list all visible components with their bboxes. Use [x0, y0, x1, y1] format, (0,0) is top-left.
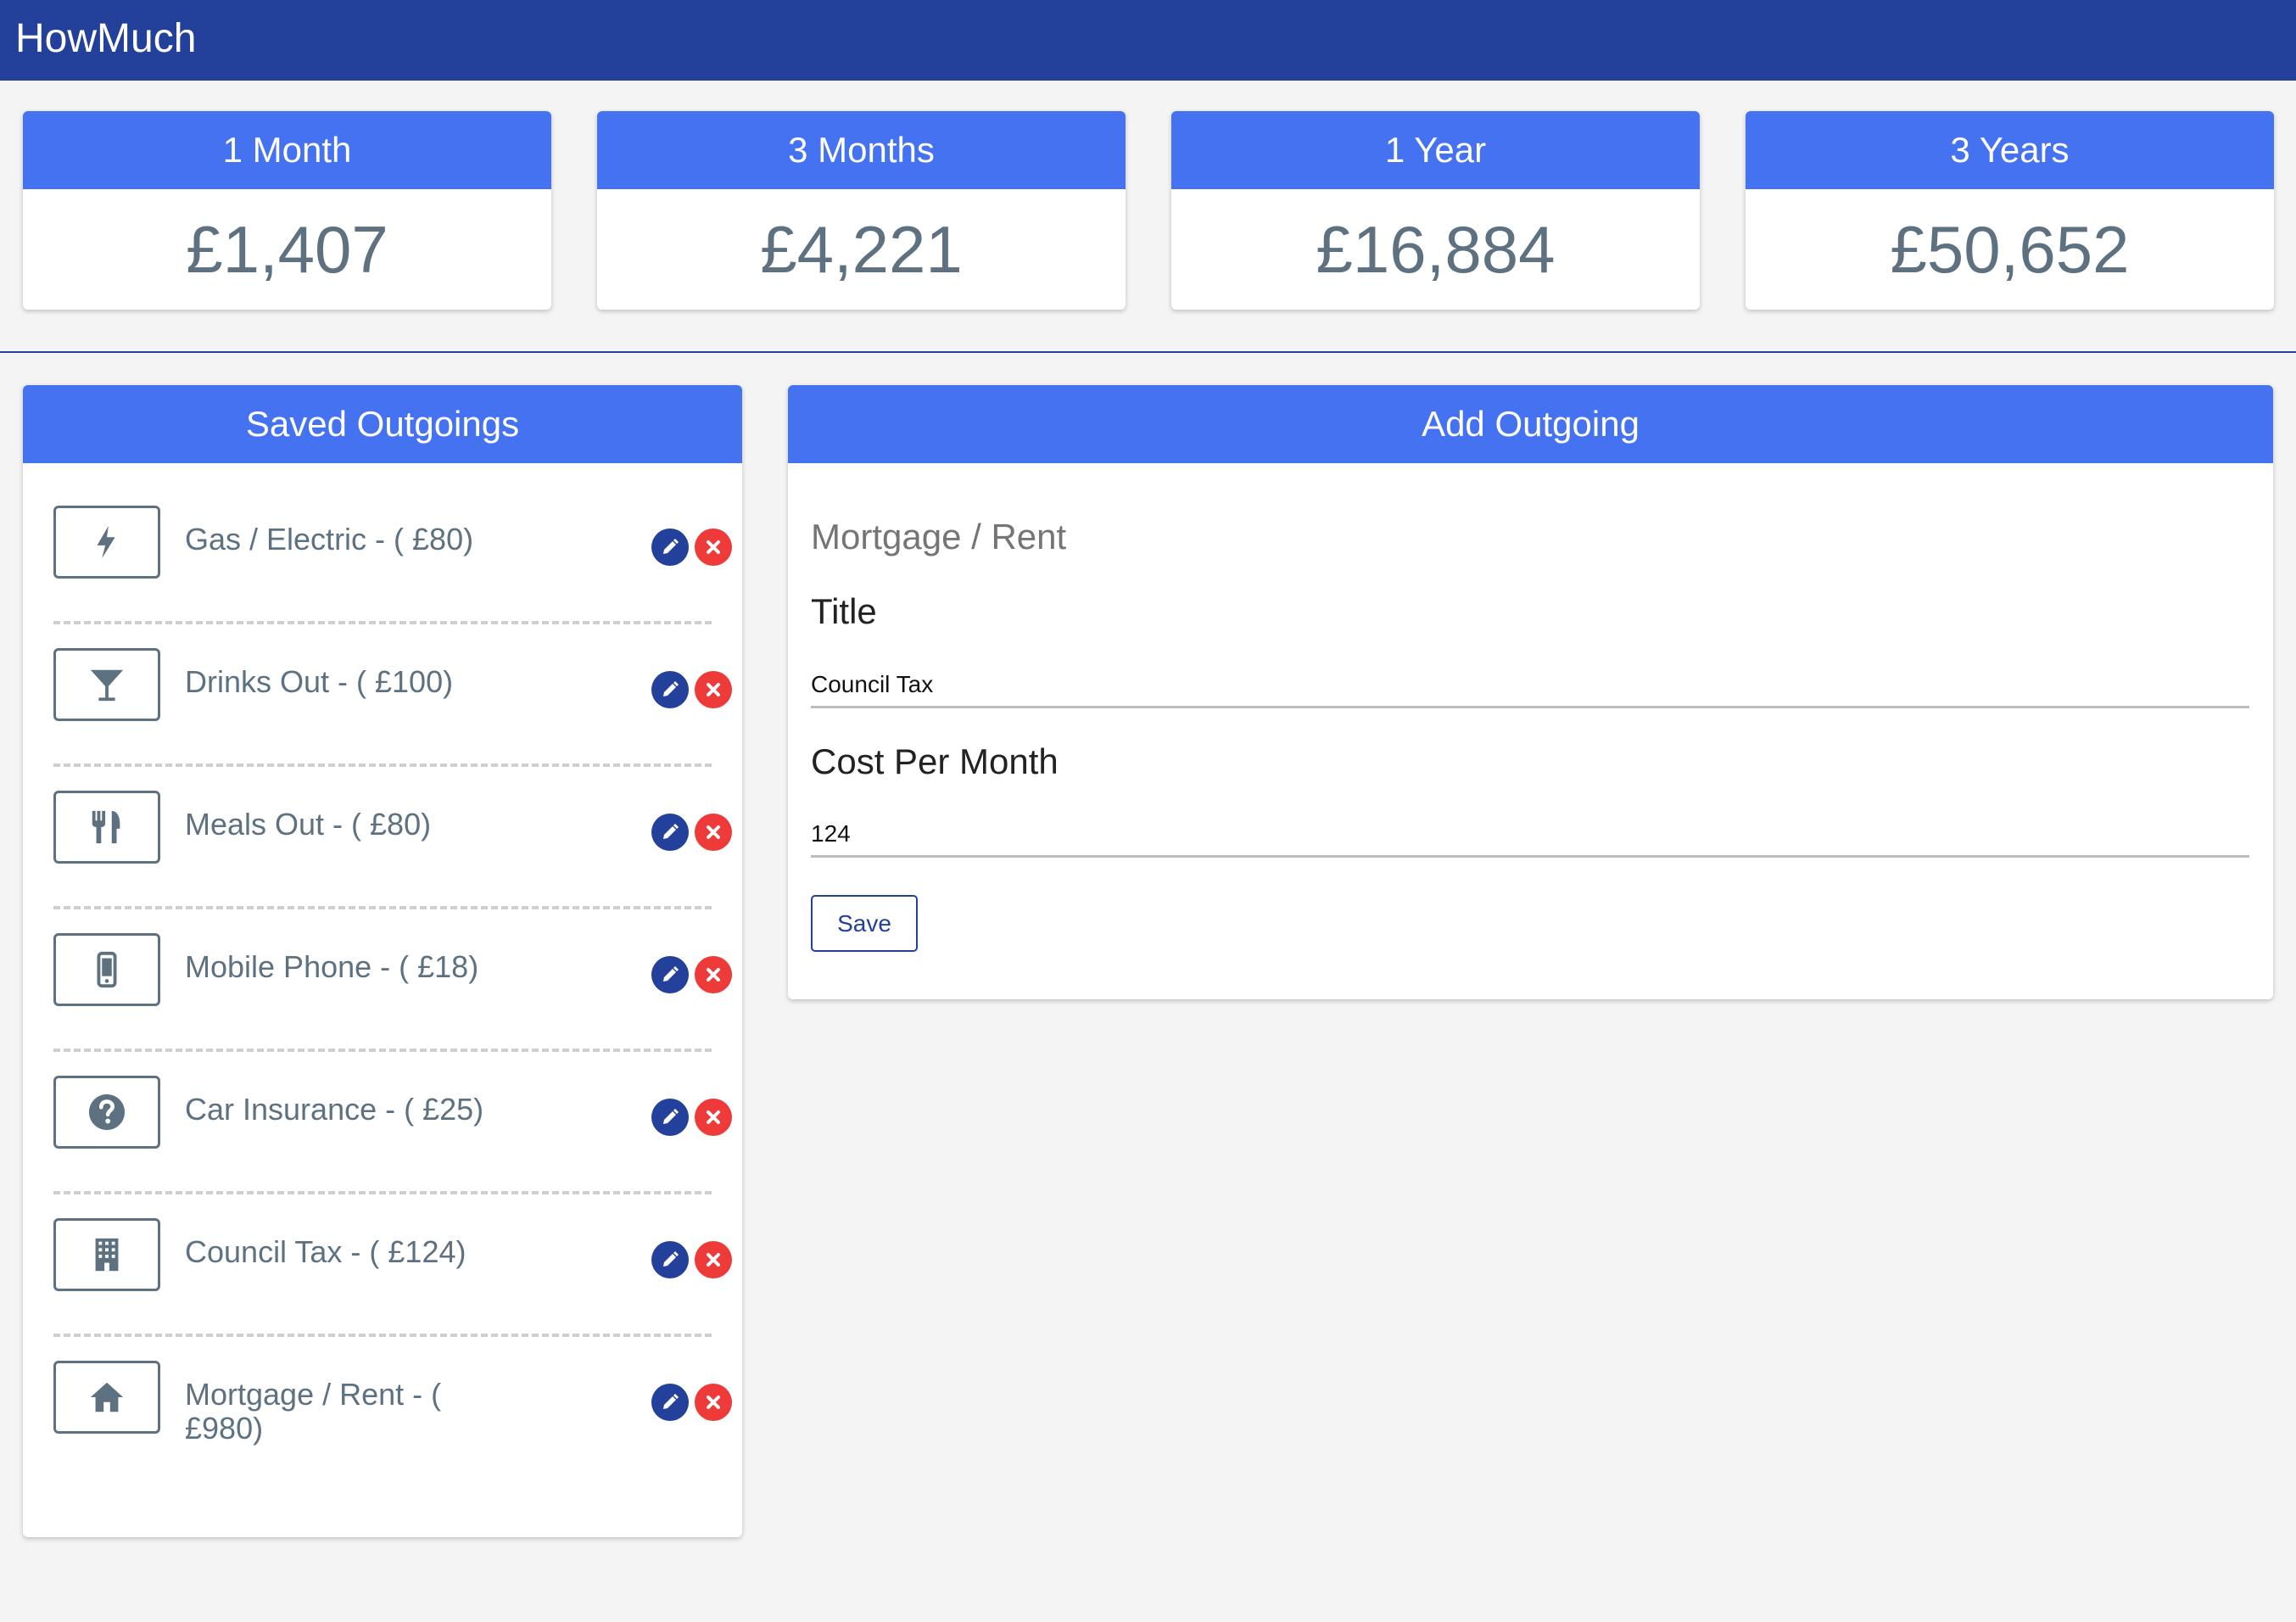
delete-button[interactable] — [695, 956, 732, 993]
stat-amount: £4,221 — [760, 212, 963, 287]
stat-card-3-months: 3 Months £4,221 — [597, 111, 1126, 310]
save-button[interactable]: Save — [811, 895, 918, 952]
item-separator — [53, 621, 712, 624]
question-circle-icon — [53, 1076, 160, 1149]
close-icon — [707, 1253, 720, 1267]
outgoing-label: Drinks Out - ( £100) — [185, 664, 454, 699]
category-heading: Mortgage / Rent — [811, 517, 1067, 557]
building-icon — [53, 1218, 160, 1291]
outgoing-label: Council Tax - ( £124) — [185, 1234, 466, 1269]
pencil-icon — [663, 1109, 679, 1124]
stat-period: 1 Year — [1171, 111, 1700, 189]
delete-button[interactable] — [695, 1384, 732, 1421]
outgoing-item: Mobile Phone - ( £18) — [53, 933, 732, 1076]
pencil-icon — [663, 824, 679, 839]
outgoing-label: Meals Out - ( £80) — [185, 807, 432, 842]
saved-outgoings-panel: Saved Outgoings Gas / Electric - ( £80) … — [23, 385, 742, 1537]
outgoing-label: Gas / Electric - ( £80) — [185, 522, 474, 557]
item-separator — [53, 906, 712, 909]
delete-button[interactable] — [695, 1241, 732, 1278]
stat-period: 1 Month — [23, 111, 551, 189]
edit-button[interactable] — [651, 671, 689, 708]
edit-button[interactable] — [651, 814, 689, 851]
edit-button[interactable] — [651, 1241, 689, 1278]
item-separator — [53, 1191, 712, 1194]
edit-button[interactable] — [651, 956, 689, 993]
outgoing-item: Drinks Out - ( £100) — [53, 648, 732, 791]
outgoing-label: Mortgage / Rent - ( £980) — [185, 1377, 442, 1446]
stat-amount: £16,884 — [1316, 212, 1556, 287]
title-label: Title — [811, 591, 877, 631]
delete-button[interactable] — [695, 671, 732, 708]
mobile-phone-icon — [53, 933, 160, 1006]
section-divider — [0, 351, 2296, 353]
pencil-icon — [663, 1394, 679, 1409]
close-icon — [707, 540, 720, 554]
outgoing-item: Council Tax - ( £124) — [53, 1218, 732, 1361]
stat-card-3-years: 3 Years £50,652 — [1746, 111, 2274, 310]
outgoing-item: Mortgage / Rent - ( £980) — [53, 1361, 732, 1503]
add-outgoing-title: Add Outgoing — [788, 385, 2273, 463]
pencil-icon — [663, 539, 679, 554]
stat-card-1-year: 1 Year £16,884 — [1171, 111, 1700, 310]
add-outgoing-panel: Add Outgoing Mortgage / Rent Title Cost … — [788, 385, 2273, 999]
lightning-icon — [53, 506, 160, 579]
pencil-icon — [663, 681, 679, 696]
outgoing-label: Car Insurance - ( £25) — [185, 1092, 484, 1127]
title-input[interactable] — [811, 663, 2249, 708]
edit-button[interactable] — [651, 529, 689, 566]
pencil-icon — [663, 966, 679, 982]
cocktail-icon — [53, 648, 160, 721]
saved-outgoings-title: Saved Outgoings — [23, 385, 742, 463]
delete-button[interactable] — [695, 814, 732, 851]
stat-card-1-month: 1 Month £1,407 — [23, 111, 551, 310]
close-icon — [707, 825, 720, 839]
home-icon — [53, 1361, 160, 1434]
navbar: HowMuch — [0, 0, 2296, 81]
item-separator — [53, 1334, 712, 1337]
close-icon — [707, 968, 720, 982]
close-icon — [707, 1395, 720, 1409]
item-separator — [53, 1049, 712, 1052]
stat-period: 3 Years — [1746, 111, 2274, 189]
stat-amount: £1,407 — [186, 212, 388, 287]
edit-button[interactable] — [651, 1384, 689, 1421]
outgoing-label: Mobile Phone - ( £18) — [185, 949, 479, 984]
cost-per-month-label: Cost Per Month — [811, 741, 1059, 781]
close-icon — [707, 683, 720, 696]
stat-period: 3 Months — [597, 111, 1126, 189]
close-icon — [707, 1110, 720, 1124]
outgoing-item: Gas / Electric - ( £80) — [53, 506, 732, 648]
app-title[interactable]: HowMuch — [15, 15, 196, 63]
cutlery-icon — [53, 791, 160, 864]
outgoing-item: Car Insurance - ( £25) — [53, 1076, 732, 1218]
cost-per-month-input[interactable] — [811, 813, 2249, 858]
delete-button[interactable] — [695, 529, 732, 566]
edit-button[interactable] — [651, 1099, 689, 1136]
delete-button[interactable] — [695, 1099, 732, 1136]
stat-amount: £50,652 — [1890, 212, 2130, 287]
item-separator — [53, 763, 712, 767]
outgoing-item: Meals Out - ( £80) — [53, 791, 732, 933]
pencil-icon — [663, 1251, 679, 1267]
